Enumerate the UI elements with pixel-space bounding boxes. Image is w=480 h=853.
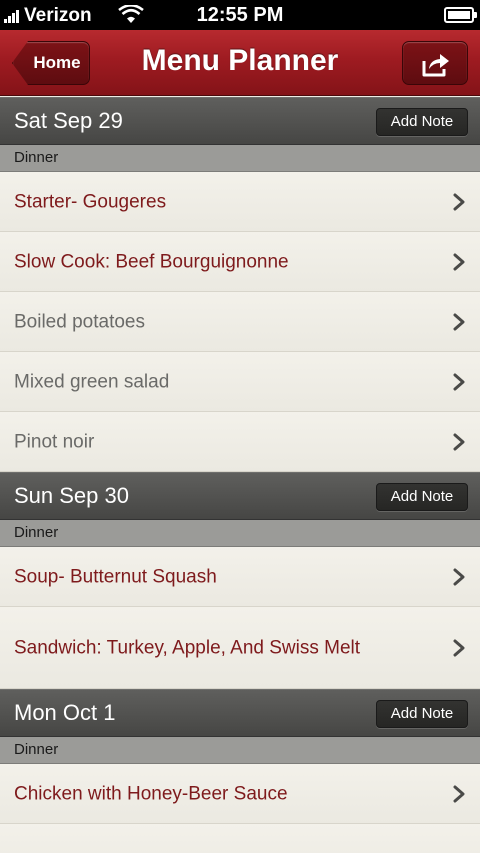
- menu-item-row[interactable]: Mixed green salad: [0, 352, 480, 412]
- menu-item-label: Pinot noir: [14, 431, 95, 452]
- battery-icon: [444, 7, 477, 23]
- chevron-right-icon: [453, 785, 465, 802]
- meal-label: Dinner: [14, 524, 59, 541]
- chevron-right-icon: [453, 433, 465, 450]
- day-date: Mon Oct 1: [14, 700, 116, 725]
- chevron-right-icon: [453, 568, 465, 585]
- menu-item-label: Starter- Gougeres: [14, 191, 167, 212]
- menu-item-label: Sandwich: Turkey, Apple, And Swiss Melt: [14, 637, 361, 658]
- menu-item-label: Chicken with Honey-Beer Sauce: [14, 783, 288, 804]
- menu-item-label: Slow Cook: Beef Bourguignonne: [14, 251, 289, 272]
- menu-item-label: Boiled potatoes: [14, 311, 145, 332]
- meal-label: Dinner: [14, 741, 59, 758]
- status-bar: Verizon 12:55 PM: [0, 0, 480, 30]
- meal-header: Dinner: [0, 520, 480, 547]
- chevron-right-icon: [453, 373, 465, 390]
- menu-item-row[interactable]: Boiled potatoes: [0, 292, 480, 352]
- menu-item-row[interactable]: Slow Cook: Beef Bourguignonne: [0, 232, 480, 292]
- menu-item-row[interactable]: Starter- Gougeres: [0, 172, 480, 232]
- share-icon: [422, 54, 449, 77]
- add-note-button[interactable]: Add Note: [376, 700, 468, 728]
- day-date: Sat Sep 29: [14, 108, 123, 133]
- meal-header: Dinner: [0, 737, 480, 764]
- chevron-right-icon: [453, 253, 465, 270]
- meal-label: Dinner: [14, 149, 59, 166]
- day-header: Sun Sep 30 Add Note: [0, 472, 480, 520]
- menu-item-row[interactable]: Sandwich: Turkey, Apple, And Swiss Melt: [0, 607, 480, 689]
- navigation-bar: Home Menu Planner: [0, 30, 480, 96]
- day-date: Sun Sep 30: [14, 483, 129, 508]
- menu-item-row[interactable]: [0, 824, 480, 853]
- menu-item-label: Soup- Butternut Squash: [14, 566, 217, 587]
- share-button[interactable]: [402, 41, 468, 85]
- day-header: Mon Oct 1 Add Note: [0, 689, 480, 737]
- chevron-right-icon: [453, 313, 465, 330]
- add-note-button[interactable]: Add Note: [376, 483, 468, 511]
- menu-item-row[interactable]: Pinot noir: [0, 412, 480, 472]
- meal-header: Dinner: [0, 145, 480, 172]
- menu-item-row[interactable]: Soup- Butternut Squash: [0, 547, 480, 607]
- chevron-right-icon: [453, 639, 465, 656]
- add-note-button[interactable]: Add Note: [376, 108, 468, 136]
- day-header: Sat Sep 29 Add Note: [0, 97, 480, 145]
- menu-item-label: Mixed green salad: [14, 371, 170, 392]
- menu-list: Sat Sep 29 Add Note Dinner Starter- Goug…: [0, 97, 480, 853]
- clock: 12:55 PM: [196, 4, 284, 26]
- chevron-right-icon: [453, 193, 465, 210]
- menu-item-row[interactable]: Chicken with Honey-Beer Sauce: [0, 764, 480, 824]
